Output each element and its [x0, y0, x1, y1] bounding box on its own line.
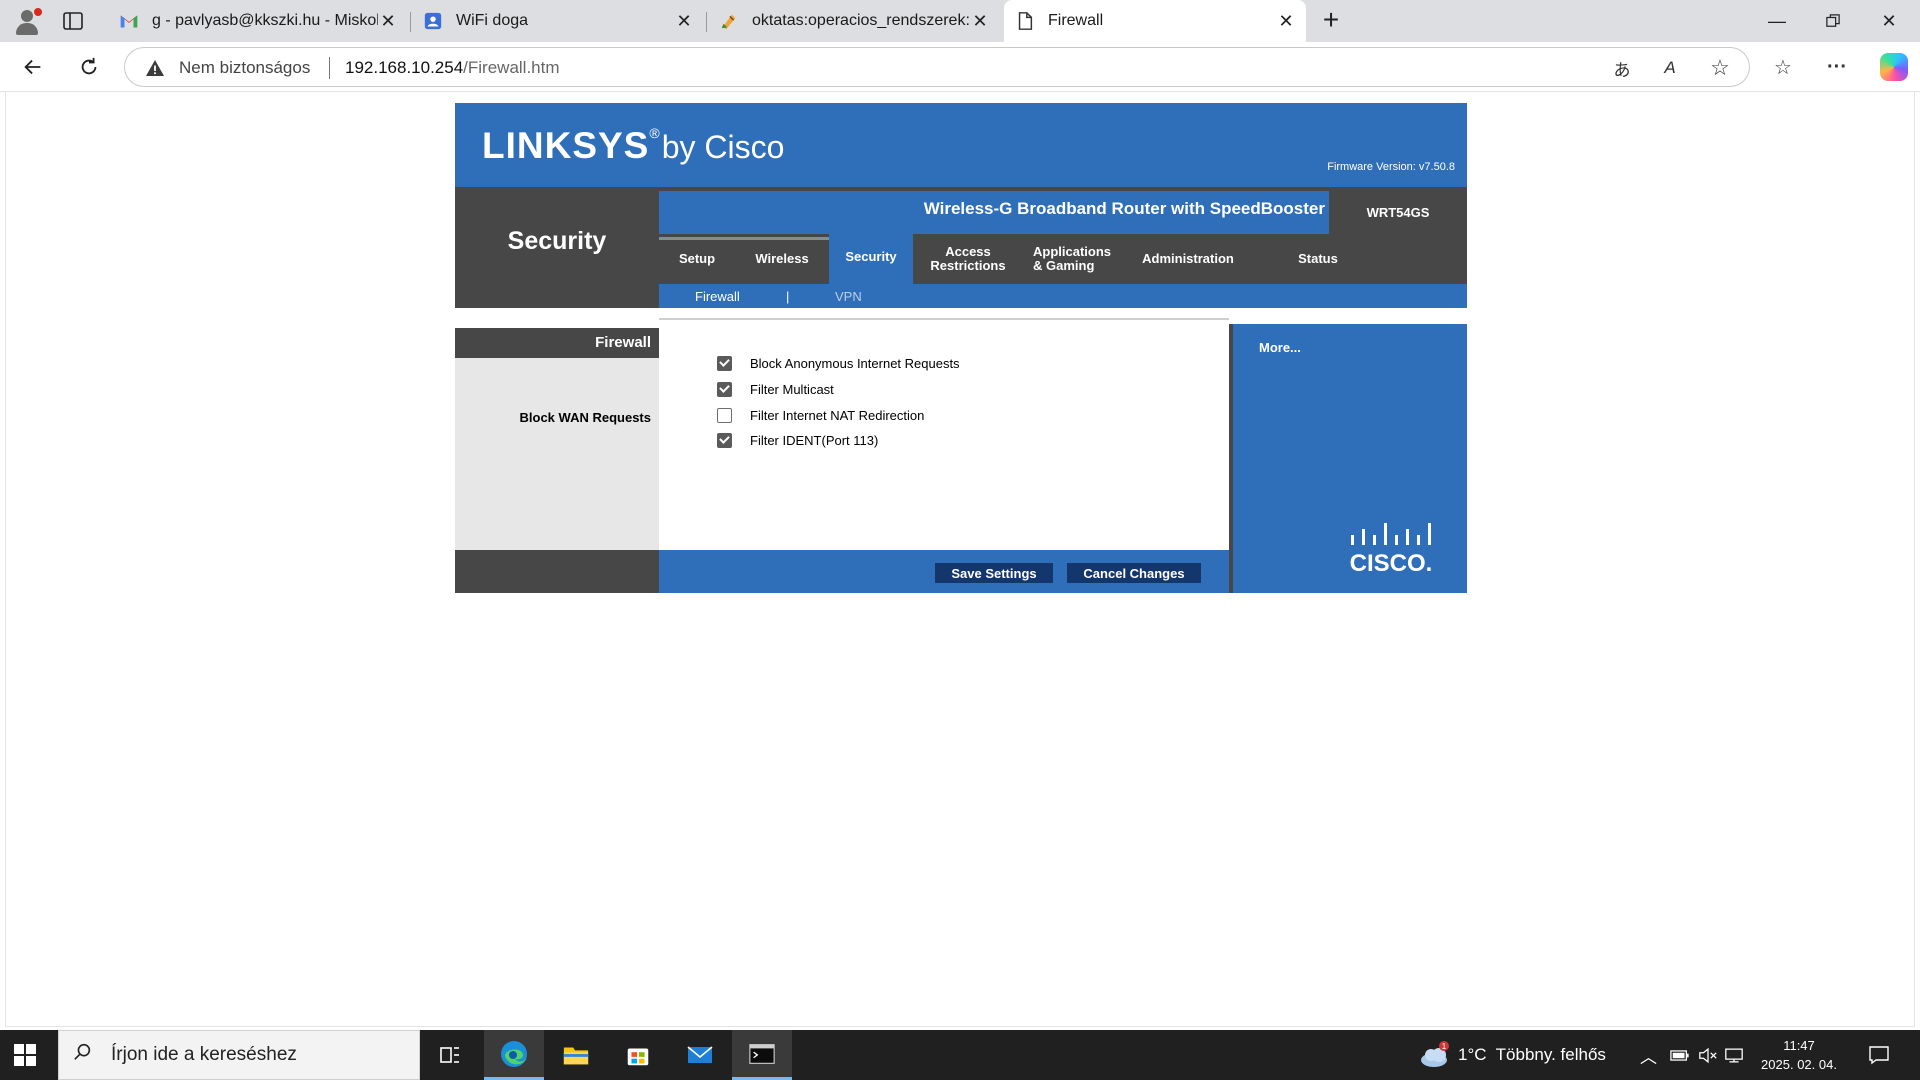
sub-tab-bar — [659, 284, 1467, 308]
block-wan-requests-label: Block WAN Requests — [519, 410, 651, 425]
system-clock[interactable]: 11:47 2025. 02. 04. — [1754, 1036, 1844, 1074]
panel-title: Firewall — [455, 328, 659, 358]
forms-icon — [422, 10, 444, 32]
favorite-star-icon[interactable]: ☆ — [1709, 55, 1731, 80]
page-icon — [1014, 10, 1036, 32]
windows-taskbar: Írjon ide a kereséshez 1 1°C Többny. fel… — [0, 1030, 1920, 1080]
tab-wiki[interactable]: oktatas:operacios_rendszerek:windo ✕ — [708, 0, 1000, 42]
checkbox-filter-nat-redirection[interactable] — [717, 407, 732, 423]
mail-icon[interactable] — [670, 1030, 730, 1080]
terminal-icon[interactable] — [732, 1030, 792, 1080]
section-title: Security — [507, 227, 607, 255]
tab-applications-gaming[interactable]: Applications & Gaming — [1023, 234, 1123, 284]
tab-title: g - pavlyasb@kkszki.hu - Miskolci — [152, 12, 378, 29]
search-placeholder: Írjon ide a kereséshez — [111, 1044, 297, 1065]
restore-icon — [1826, 14, 1840, 27]
minimize-button[interactable]: — — [1754, 0, 1800, 42]
read-aloud-icon[interactable]: A — [1659, 57, 1681, 79]
profile-avatar-icon[interactable] — [12, 7, 42, 37]
settings-panel: Block Anonymous Internet Requests Filter… — [659, 318, 1229, 550]
checkbox-filter-multicast[interactable] — [717, 381, 732, 397]
browser-tab-strip: g - pavlyasb@kkszki.hu - Miskolci ✕ WiFi… — [0, 0, 1920, 42]
network-icon[interactable] — [1724, 1030, 1744, 1080]
tab-status[interactable]: Status — [1253, 234, 1383, 284]
option-filter-nat-redirection[interactable]: Filter Internet NAT Redirection — [717, 406, 924, 424]
new-tab-button[interactable]: + — [1318, 6, 1344, 34]
close-tab-icon[interactable]: ✕ — [1276, 11, 1296, 31]
url-text[interactable]: 192.168.10.254/Firewall.htm — [345, 58, 560, 78]
favorites-icon[interactable]: ☆ — [1770, 54, 1796, 80]
tab-title: WiFi doga — [456, 12, 529, 29]
linksys-logo: LINKSYS®by Cisco — [482, 125, 785, 166]
address-bar[interactable]: Nem biztonságos 192.168.10.254/Firewall.… — [124, 47, 1750, 87]
checkbox-block-anonymous[interactable] — [717, 355, 732, 371]
more-options-icon[interactable]: ··· — [1824, 54, 1850, 80]
refresh-button[interactable] — [74, 52, 104, 82]
close-tab-icon[interactable]: ✕ — [378, 11, 398, 31]
close-tab-icon[interactable]: ✕ — [970, 11, 990, 31]
close-window-button[interactable]: ✕ — [1866, 0, 1912, 42]
tab-wifi-doga[interactable]: WiFi doga ✕ — [412, 0, 704, 42]
cancel-changes-button[interactable]: Cancel Changes — [1067, 563, 1201, 583]
svg-text:1: 1 — [1442, 1042, 1447, 1051]
battery-icon[interactable] — [1670, 1030, 1690, 1080]
notifications-icon[interactable] — [1868, 1030, 1890, 1080]
option-filter-ident[interactable]: Filter IDENT(Port 113) — [717, 431, 878, 449]
clock-time: 11:47 — [1783, 1038, 1815, 1053]
microsoft-store-icon[interactable] — [608, 1030, 668, 1080]
option-block-anonymous[interactable]: Block Anonymous Internet Requests — [717, 354, 960, 372]
file-explorer-icon[interactable] — [546, 1030, 606, 1080]
show-hidden-icons-chevron-icon[interactable]: ︿ — [1640, 1030, 1657, 1080]
search-icon — [73, 1042, 103, 1068]
copilot-icon[interactable] — [1880, 53, 1908, 81]
cloud-icon: 1 — [1421, 1041, 1449, 1067]
url-host: 192.168.10.254 — [345, 58, 464, 77]
wiki-icon — [718, 10, 740, 32]
model-badge: WRT54GS — [1329, 191, 1467, 234]
page-viewport: LINKSYS®by Cisco Firmware Version: v7.50… — [5, 92, 1915, 1027]
cisco-logo-icon: CISCO. — [1350, 523, 1433, 576]
edge-taskbar-icon[interactable] — [484, 1030, 544, 1080]
left-panel — [455, 328, 659, 550]
option-filter-multicast[interactable]: Filter Multicast — [717, 380, 834, 398]
tab-setup[interactable]: Setup — [659, 234, 735, 284]
subtab-separator: | — [786, 288, 790, 304]
tab-gmail[interactable]: g - pavlyasb@kkszki.hu - Miskolci ✕ — [108, 0, 408, 42]
close-tab-icon[interactable]: ✕ — [674, 11, 694, 31]
browser-toolbar: Nem biztonságos 192.168.10.254/Firewall.… — [0, 42, 1920, 92]
svg-text:CISCO.: CISCO. — [1350, 550, 1433, 576]
url-path: /Firewall.htm — [463, 58, 560, 77]
security-status-label[interactable]: Nem biztonságos — [179, 58, 310, 78]
taskbar-search[interactable]: Írjon ide a kereséshez — [58, 1030, 420, 1080]
windows-start-icon[interactable] — [14, 1044, 36, 1066]
subtab-firewall[interactable]: Firewall — [695, 284, 740, 308]
tab-access-restrictions[interactable]: Access Restrictions — [913, 234, 1023, 284]
refresh-icon — [81, 57, 97, 75]
more-link[interactable]: More... — [1259, 340, 1301, 355]
checkbox-filter-ident[interactable] — [717, 432, 732, 448]
tab-administration[interactable]: Administration — [1123, 234, 1253, 284]
translate-icon[interactable]: あ — [1611, 57, 1633, 80]
arrow-left-icon — [24, 59, 41, 75]
gmail-icon — [118, 10, 140, 32]
clock-date: 2025. 02. 04. — [1761, 1057, 1837, 1072]
tab-security[interactable]: Security — [829, 230, 913, 284]
task-view-icon[interactable] — [420, 1030, 480, 1080]
router-admin-page: LINKSYS®by Cisco Firmware Version: v7.50… — [455, 103, 1467, 593]
tab-title: Firewall — [1048, 12, 1104, 29]
weather-widget[interactable]: 1 1°C Többny. felhős — [1418, 1030, 1606, 1080]
firmware-version: Firmware Version: v7.50.8 — [1327, 161, 1455, 173]
product-name: Wireless-G Broadband Router with SpeedBo… — [923, 199, 1325, 218]
back-button[interactable] — [18, 52, 48, 82]
subtab-vpn[interactable]: VPN — [835, 284, 862, 308]
tab-wireless[interactable]: Wireless — [735, 234, 829, 284]
restore-button[interactable] — [1810, 0, 1856, 42]
tab-firewall[interactable]: Firewall ✕ — [1004, 0, 1306, 42]
save-settings-button[interactable]: Save Settings — [935, 563, 1053, 583]
weather-text: 1°C Többny. felhős — [1458, 1045, 1606, 1064]
volume-muted-icon[interactable] — [1698, 1030, 1718, 1080]
tab-title: oktatas:operacios_rendszerek:windo — [752, 12, 970, 29]
tab-actions-icon[interactable] — [62, 10, 84, 32]
warning-icon[interactable] — [145, 58, 165, 78]
